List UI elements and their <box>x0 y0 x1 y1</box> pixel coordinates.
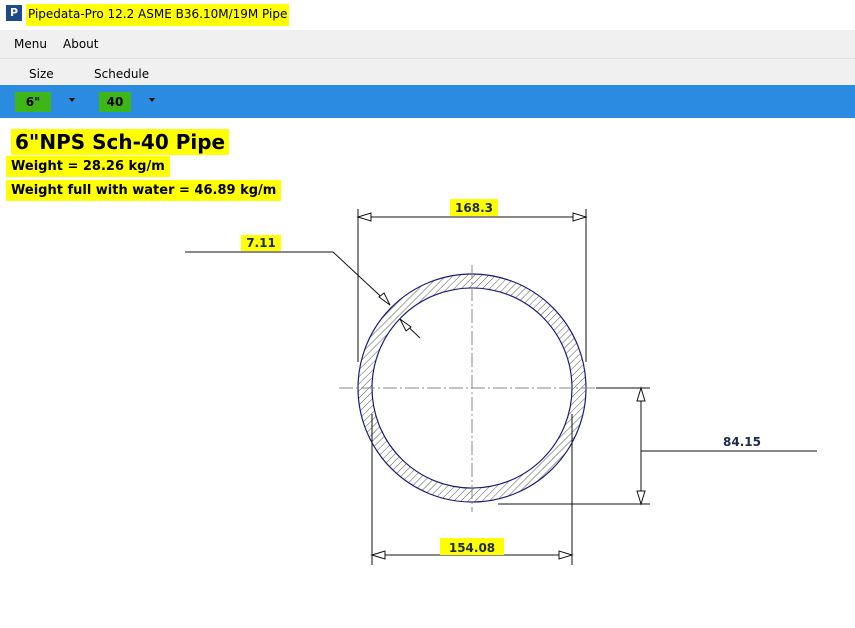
pipe-cross-section-drawing: 168.3 7.11 154.08 84.15 <box>185 199 817 565</box>
wall-thickness-label: 7.11 <box>246 236 276 250</box>
outside-diameter-label: 168.3 <box>455 201 493 215</box>
inside-diameter-label: 154.08 <box>449 541 495 555</box>
inside-radius-dimension <box>498 386 817 506</box>
inside-radius-label: 84.15 <box>723 435 761 449</box>
